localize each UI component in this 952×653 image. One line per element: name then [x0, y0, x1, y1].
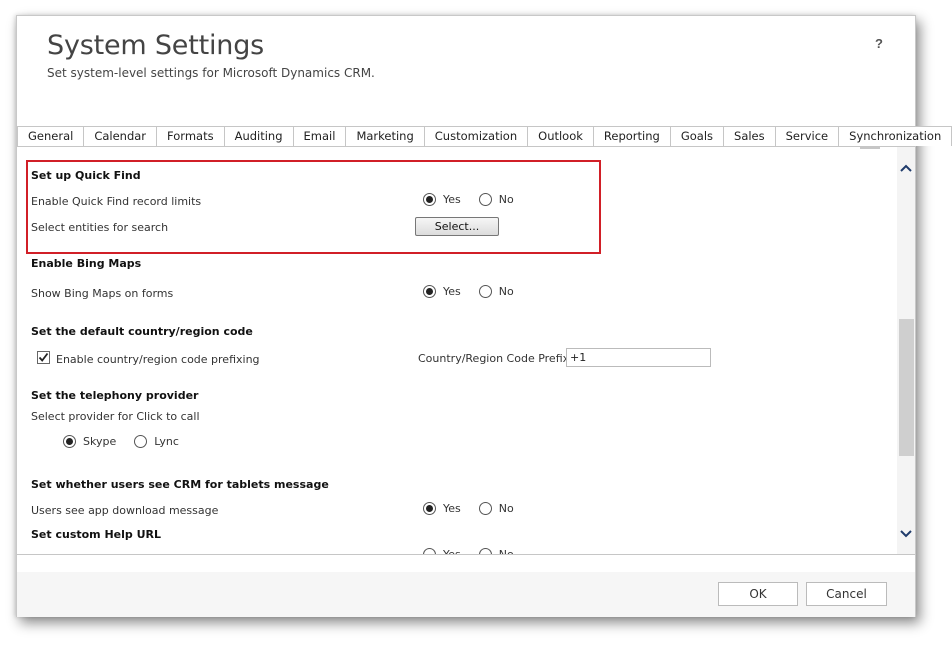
help-url-no-radio[interactable]: [478, 548, 492, 554]
bing-maps-no-label: No: [498, 285, 514, 298]
tab-auditing[interactable]: Auditing: [223, 126, 294, 146]
record-limits-yes-radio[interactable]: [423, 193, 436, 206]
tab-sales[interactable]: Sales: [723, 126, 776, 146]
tab-reporting[interactable]: Reporting: [592, 126, 671, 146]
help-icon[interactable]: ?: [875, 36, 883, 51]
tab-calendar[interactable]: Calendar: [83, 126, 158, 146]
bing-maps-yes-radio[interactable]: [423, 285, 436, 298]
page-subtitle: Set system-level settings for Microsoft …: [47, 66, 375, 80]
record-limits-no-radio[interactable]: [478, 193, 492, 206]
tablets-heading: Set whether users see CRM for tablets me…: [31, 478, 329, 491]
bing-maps-no-radio[interactable]: [478, 285, 492, 298]
record-limits-label: Enable Quick Find record limits: [31, 195, 202, 208]
telephony-radio-group: Skype Lync: [63, 435, 197, 448]
settings-scroll-area: Set up Quick Find Enable Quick Find reco…: [17, 147, 897, 554]
record-limits-radio-group: Yes No: [423, 193, 532, 206]
entities-search-label: Select entities for search: [31, 221, 169, 234]
record-limits-no-label: No: [498, 193, 514, 206]
country-prefixing-label: Enable country/region code prefixing: [56, 353, 260, 366]
skype-radio[interactable]: [63, 435, 76, 448]
tab-customization[interactable]: Customization: [423, 126, 529, 146]
dialog-footer: OK Cancel: [17, 572, 915, 617]
help-url-radio-group-partial: Yes No: [423, 548, 532, 555]
help-url-no-label: No: [498, 548, 514, 555]
system-settings-dialog: System Settings Set system-level setting…: [16, 15, 952, 617]
telephony-heading: Set the telephony provider: [31, 389, 199, 402]
cancel-button[interactable]: Cancel: [806, 582, 887, 606]
country-prefixing-checkbox[interactable]: [37, 351, 50, 364]
tablets-radio-group: Yes No: [423, 502, 532, 515]
tablets-no-radio[interactable]: [478, 502, 492, 515]
country-prefix-label: Country/Region Code Prefix: [418, 352, 570, 365]
skype-label: Skype: [83, 435, 117, 448]
telephony-provider-label: Select provider for Click to call: [31, 410, 200, 423]
country-code-heading: Set the default country/region code: [31, 325, 253, 338]
help-url-yes-radio[interactable]: [423, 548, 436, 554]
tab-general[interactable]: General: [17, 126, 85, 146]
quick-find-heading: Set up Quick Find: [31, 169, 141, 182]
record-limits-yes-label: Yes: [443, 193, 461, 206]
settings-tabs: General Calendar Formats Auditing Email …: [17, 126, 952, 146]
scroll-thumb[interactable]: [899, 319, 914, 456]
tablets-no-label: No: [498, 502, 514, 515]
bing-maps-yes-label: Yes: [443, 285, 461, 298]
tab-service[interactable]: Service: [774, 126, 840, 146]
select-entities-button[interactable]: Select...: [415, 217, 499, 236]
vertical-scrollbar[interactable]: [897, 147, 915, 554]
scroll-down-icon[interactable]: [897, 525, 915, 543]
settings-content: Set up Quick Find Enable Quick Find reco…: [17, 146, 915, 555]
tablets-yes-radio[interactable]: [423, 502, 436, 515]
tab-marketing[interactable]: Marketing: [345, 126, 425, 146]
help-url-yes-label: Yes: [443, 548, 461, 555]
tab-outlook[interactable]: Outlook: [527, 126, 594, 146]
tab-goals[interactable]: Goals: [669, 126, 725, 146]
help-url-heading: Set custom Help URL: [31, 528, 162, 541]
tab-formats[interactable]: Formats: [156, 126, 225, 146]
checkmark-icon: [38, 352, 49, 362]
ok-button[interactable]: OK: [718, 582, 798, 606]
lync-label: Lync: [154, 435, 179, 448]
tab-synchronization[interactable]: Synchronization: [838, 126, 952, 146]
bing-maps-heading: Enable Bing Maps: [31, 257, 142, 270]
tablets-yes-label: Yes: [443, 502, 461, 515]
tablets-message-label: Users see app download message: [31, 504, 219, 517]
bing-maps-radio-group: Yes No: [423, 285, 532, 298]
page-title: System Settings: [47, 30, 265, 61]
lync-radio[interactable]: [134, 435, 148, 448]
content-top-edge: [860, 147, 880, 149]
country-prefix-input[interactable]: [566, 348, 711, 367]
tab-email[interactable]: Email: [292, 126, 347, 146]
scroll-up-icon[interactable]: [897, 159, 915, 177]
bing-maps-label: Show Bing Maps on forms: [31, 287, 174, 300]
